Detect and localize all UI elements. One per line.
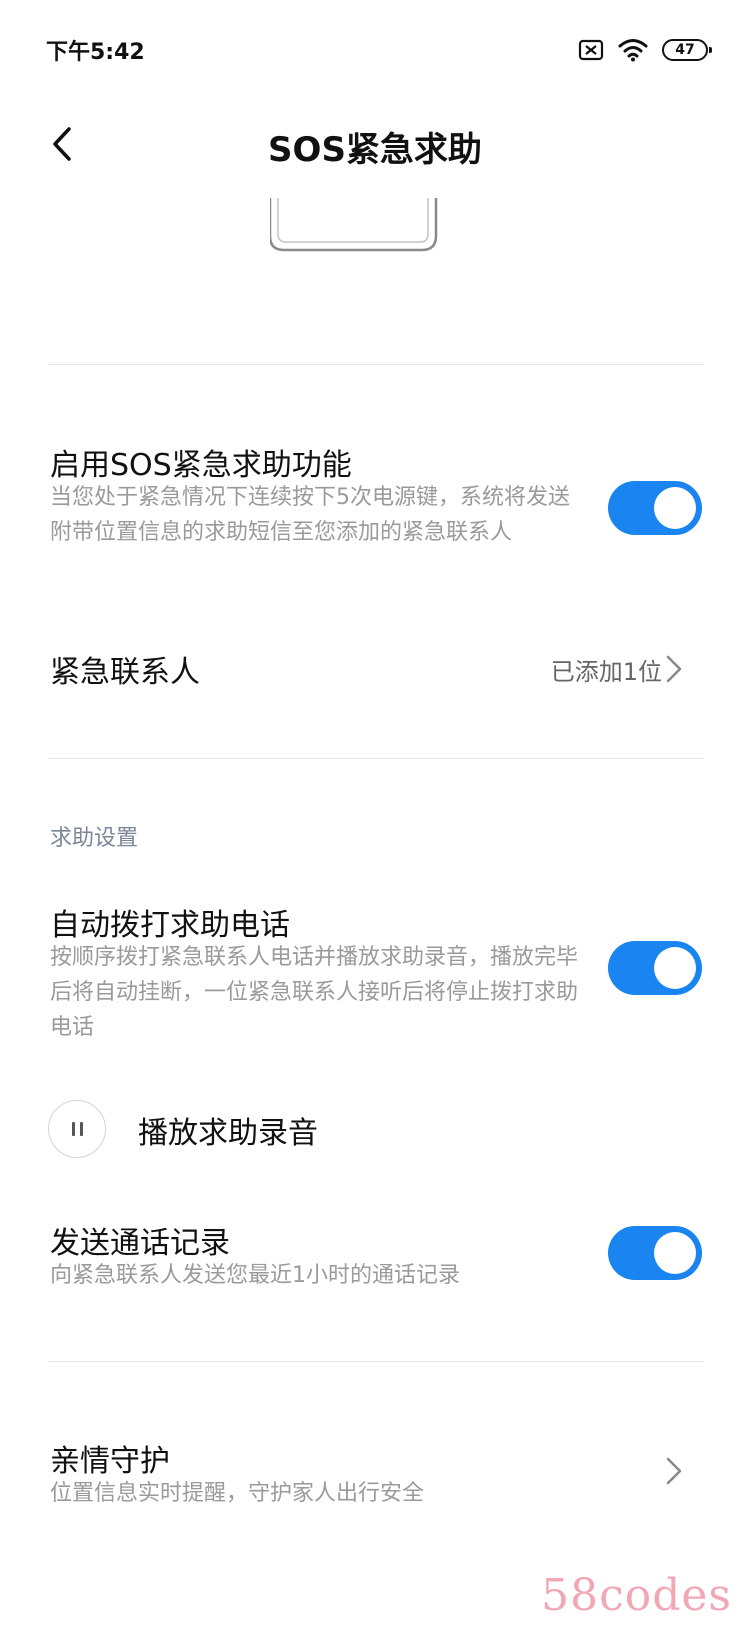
auto-call-title: 自动拨打求助电话 — [50, 908, 290, 943]
divider — [48, 364, 704, 365]
toggle-knob — [654, 487, 696, 529]
chevron-right-icon — [666, 1457, 682, 1485]
battery-level: 47 — [675, 42, 695, 58]
status-bar: 下午5:42 47 — [0, 0, 750, 100]
send-call-log-toggle[interactable] — [608, 1226, 702, 1280]
watermark: 58codes — [541, 1570, 732, 1621]
family-guard-row[interactable]: 亲情守护 位置信息实时提醒，守护家人出行安全 — [0, 1436, 750, 1516]
status-time: 下午5:42 — [46, 40, 145, 65]
battery-icon: 47 — [662, 39, 712, 61]
play-recording-row[interactable]: 播放求助录音 — [0, 1098, 750, 1162]
auto-call-row[interactable]: 自动拨打求助电话 按顺序拨打紧急联系人电话并播放求助录音，播放完毕后将自动挂断，… — [0, 896, 750, 1046]
send-call-log-desc: 向紧急联系人发送您最近1小时的通话记录 — [50, 1263, 460, 1288]
pause-button[interactable] — [48, 1100, 106, 1158]
send-call-log-title: 发送通话记录 — [50, 1226, 230, 1261]
toggle-knob — [654, 1232, 696, 1274]
emergency-contacts-row[interactable]: 紧急联系人 已添加1位 — [0, 640, 750, 700]
pause-icon — [71, 1122, 83, 1136]
wifi-icon — [618, 39, 648, 62]
sos-enable-toggle[interactable] — [608, 481, 702, 535]
send-call-log-row[interactable]: 发送通话记录 向紧急联系人发送您最近1小时的通话记录 — [0, 1218, 750, 1298]
divider — [48, 1361, 704, 1362]
auto-call-desc: 按顺序拨打紧急联系人电话并播放求助录音，播放完毕后将自动挂断，一位紧急联系人接听… — [50, 945, 579, 1040]
title-bar: SOS紧急求助 — [0, 100, 750, 190]
emergency-contacts-title: 紧急联系人 — [50, 655, 200, 690]
emergency-contacts-value: 已添加1位 — [550, 658, 662, 686]
status-icons: 47 — [578, 38, 712, 62]
family-guard-desc: 位置信息实时提醒，守护家人出行安全 — [50, 1481, 425, 1506]
sos-enable-desc: 当您处于紧急情况下连续按下5次电源键，系统将发送附带位置信息的求助短信至您添加的… — [50, 485, 570, 545]
chevron-right-icon — [666, 655, 682, 683]
sos-enable-row[interactable]: 启用SOS紧急求助功能 当您处于紧急情况下连续按下5次电源键，系统将发送附带位置… — [0, 436, 750, 586]
sos-enable-title: 启用SOS紧急求助功能 — [50, 448, 352, 483]
phone-illustration — [270, 198, 438, 252]
sim-blocked-icon — [578, 39, 604, 61]
section-header-help-settings: 求助设置 — [50, 826, 139, 851]
play-recording-label: 播放求助录音 — [138, 1116, 318, 1151]
page-title: SOS紧急求助 — [268, 130, 482, 170]
toggle-knob — [654, 947, 696, 989]
auto-call-toggle[interactable] — [608, 941, 702, 995]
divider — [48, 758, 704, 759]
family-guard-title: 亲情守护 — [50, 1444, 170, 1479]
